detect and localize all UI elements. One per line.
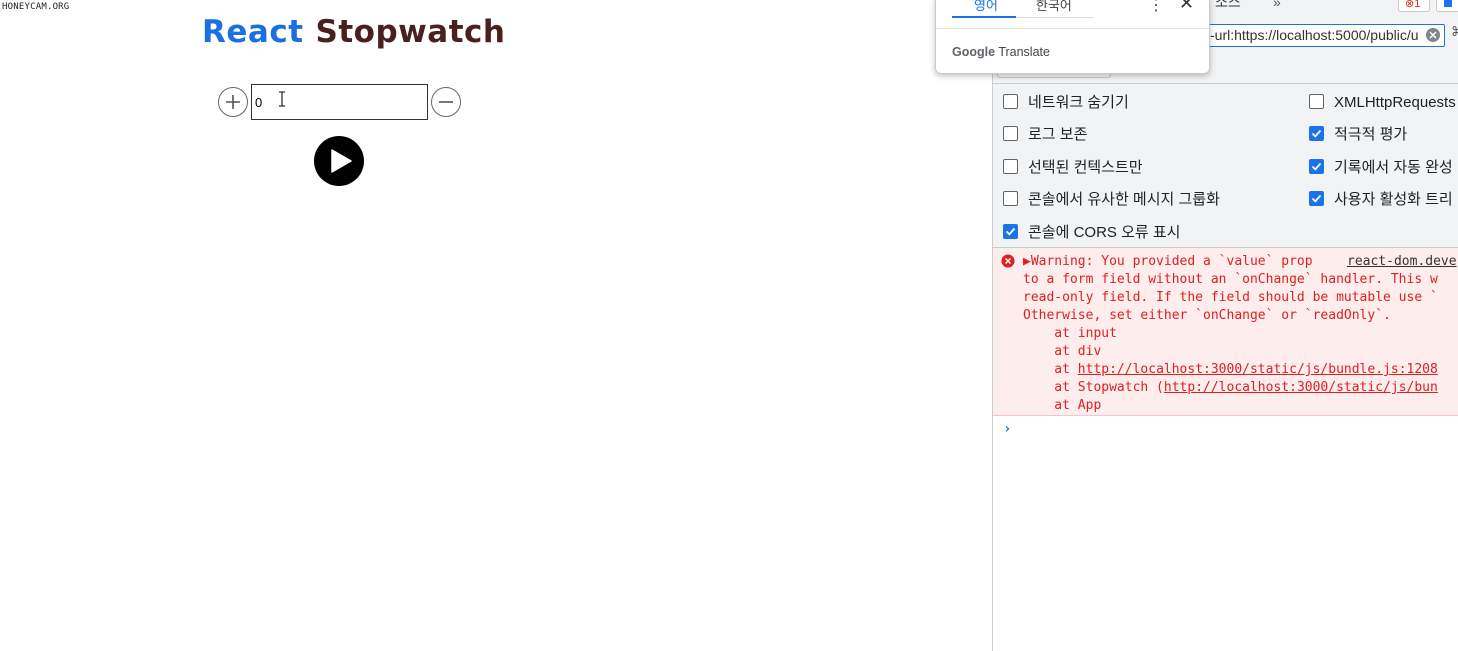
checkbox-log-xhr[interactable] bbox=[1309, 94, 1324, 109]
clear-filter-icon[interactable] bbox=[1425, 27, 1441, 43]
option-label: 사용자 활성화 트리 bbox=[1334, 191, 1453, 208]
option-label: XMLHttpRequests 로 bbox=[1334, 94, 1458, 111]
checkbox-user-activation[interactable] bbox=[1309, 191, 1324, 206]
error-badge-icon: ⊗ bbox=[1405, 0, 1415, 10]
stack-line: at input bbox=[1023, 326, 1117, 341]
settings-glyph-icon[interactable]: ⌘ bbox=[1451, 24, 1458, 40]
increment-button[interactable] bbox=[218, 87, 248, 117]
console-settings: 네트워크 숨기기 로그 보존 선택된 컨텍스트만 콘솔에서 유사한 메시지 그룹… bbox=[993, 84, 1458, 248]
message-source-link[interactable]: react-dom.deve bbox=[1347, 253, 1457, 271]
title-stopwatch: Stopwatch bbox=[315, 14, 506, 50]
page-title: React Stopwatch bbox=[202, 14, 505, 50]
tab-divider bbox=[1016, 17, 1094, 18]
stack-link[interactable]: http://localhost:3000/static/js/bundle.j… bbox=[1078, 362, 1438, 377]
start-button[interactable] bbox=[314, 136, 364, 186]
stack-line: at Stopwatch ( bbox=[1023, 380, 1164, 395]
tab-source-language[interactable]: 영어 bbox=[974, 0, 998, 14]
more-tabs-button[interactable]: » bbox=[1273, 0, 1281, 10]
error-line: to a form field without an `onChange` ha… bbox=[1023, 272, 1438, 287]
google-translate-brand: Google Translate bbox=[952, 45, 1050, 59]
check-icon bbox=[1311, 162, 1322, 171]
more-options-icon[interactable]: ⋮ bbox=[1148, 0, 1164, 15]
error-icon bbox=[1001, 254, 1015, 268]
option-label: 선택된 컨텍스트만 bbox=[1028, 159, 1143, 176]
option-label: 네트워크 숨기기 bbox=[1028, 94, 1129, 111]
option-hide-network[interactable]: 네트워크 숨기기 bbox=[1003, 91, 1129, 112]
devtools-panel: 소스 » ⊗1 -url:https://localhost:5000/publ… bbox=[992, 0, 1458, 651]
option-label: 콘솔에 CORS 오류 표시 bbox=[1028, 224, 1181, 241]
option-log-xhr[interactable]: XMLHttpRequests 로 bbox=[1309, 91, 1458, 112]
stack-line: at div bbox=[1023, 344, 1102, 359]
option-label: 콘솔에서 유사한 메시지 그룹화 bbox=[1028, 191, 1220, 208]
error-text: ▶Warning: You provided a `value` prop to… bbox=[1023, 253, 1438, 415]
checkbox-group-similar[interactable] bbox=[1003, 191, 1018, 206]
check-icon bbox=[1311, 129, 1322, 138]
stack-link[interactable]: http://localhost:3000/static/js/bun bbox=[1164, 380, 1438, 395]
checkbox-autocomplete[interactable] bbox=[1309, 159, 1324, 174]
error-line: read-only field. If the field should be … bbox=[1023, 290, 1438, 305]
brand-translate: Translate bbox=[998, 45, 1050, 59]
error-count-badge[interactable]: ⊗1 bbox=[1398, 0, 1430, 12]
option-label: 로그 보존 bbox=[1028, 126, 1088, 143]
checkbox-show-cors[interactable] bbox=[1003, 224, 1018, 239]
watermark: HONEYCAM.ORG bbox=[2, 2, 70, 12]
translate-popup: 영어 한국어 ⋮ ✕ Google Translate bbox=[935, 0, 1210, 74]
error-line: Otherwise, set either `onChange` or `rea… bbox=[1023, 308, 1391, 323]
console-filter-input[interactable]: -url:https://localhost:5000/public/u bbox=[1207, 24, 1445, 47]
title-react: React bbox=[202, 14, 304, 50]
option-user-activation[interactable]: 사용자 활성화 트리 bbox=[1309, 188, 1453, 209]
option-autocomplete[interactable]: 기록에서 자동 완성 bbox=[1309, 156, 1453, 177]
issues-badge[interactable] bbox=[1436, 0, 1458, 12]
option-selected-context[interactable]: 선택된 컨텍스트만 bbox=[1003, 156, 1143, 177]
checkbox-hide-network[interactable] bbox=[1003, 94, 1018, 109]
stack-line: at App bbox=[1023, 398, 1102, 413]
tab-target-language[interactable]: 한국어 bbox=[1036, 0, 1072, 14]
brand-google: Google bbox=[952, 45, 996, 59]
error-line[interactable]: ▶Warning: You provided a `value` prop bbox=[1023, 254, 1313, 269]
option-show-cors[interactable]: 콘솔에 CORS 오류 표시 bbox=[1003, 221, 1180, 242]
text-cursor-icon bbox=[279, 91, 285, 107]
checkbox-preserve-log[interactable] bbox=[1003, 126, 1018, 141]
console-error-message: ▶Warning: You provided a `value` prop to… bbox=[993, 248, 1458, 416]
stack-line: at bbox=[1023, 362, 1078, 377]
popup-divider bbox=[936, 28, 1209, 29]
minus-icon bbox=[439, 101, 453, 103]
option-preserve-log[interactable]: 로그 보존 bbox=[1003, 123, 1087, 144]
error-count: 1 bbox=[1414, 0, 1421, 10]
option-label: 기록에서 자동 완성 bbox=[1334, 159, 1453, 176]
check-icon bbox=[1311, 194, 1322, 203]
option-eager-eval[interactable]: 적극적 평가 bbox=[1309, 123, 1407, 144]
close-icon[interactable]: ✕ bbox=[1179, 0, 1194, 14]
console-prompt[interactable]: › bbox=[1003, 421, 1011, 437]
option-label: 적극적 평가 bbox=[1334, 126, 1408, 143]
checkbox-selected-context[interactable] bbox=[1003, 159, 1018, 174]
check-icon bbox=[1005, 227, 1016, 236]
checkbox-eager-eval[interactable] bbox=[1309, 126, 1324, 141]
active-tab-indicator bbox=[952, 16, 1016, 18]
play-icon bbox=[331, 149, 352, 173]
tab-sources[interactable]: 소스 bbox=[1215, 0, 1241, 12]
decrement-button[interactable] bbox=[431, 87, 461, 117]
plus-icon bbox=[226, 95, 240, 109]
option-group-similar[interactable]: 콘솔에서 유사한 메시지 그룹화 bbox=[1003, 188, 1220, 209]
